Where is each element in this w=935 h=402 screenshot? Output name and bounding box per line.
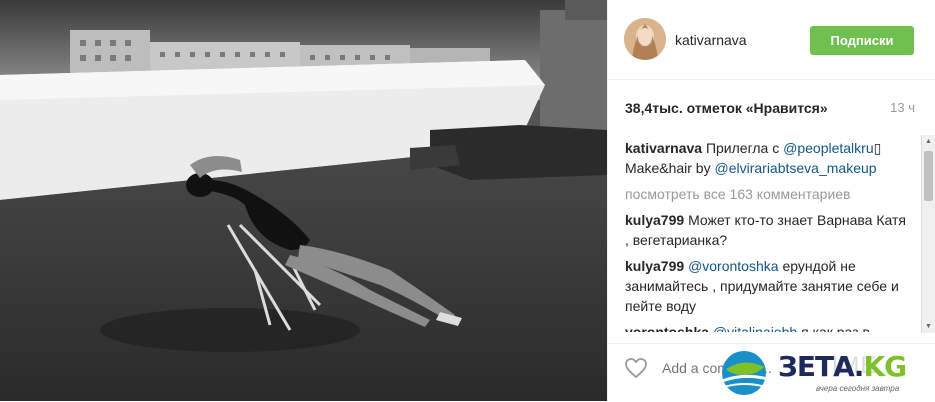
watermark-brand-name: ЗЕТА. <box>778 350 864 383</box>
post-age[interactable]: 13 ч <box>890 100 915 115</box>
comment-mention[interactable]: @peopletalkru <box>783 140 874 156</box>
watermark-tagline: вчера сегодня завтра <box>816 384 900 393</box>
unsupported-glyph-icon: ▯ <box>873 140 882 156</box>
scroll-down-arrow-icon[interactable]: ▼ <box>922 320 935 333</box>
caption-comment: kativarnava Прилегла с @peopletalkru▯ Ma… <box>625 138 907 178</box>
comment-mention[interactable]: @vorontoshka <box>688 258 778 274</box>
avatar-portrait-icon <box>624 18 666 60</box>
globe-logo-icon <box>721 351 769 395</box>
list-item: vorontoshka @vitalinajobb я как раз в <box>625 322 907 332</box>
watermark-tld: KG <box>863 350 907 383</box>
post-username[interactable]: kativarnava <box>675 32 747 48</box>
comment-username[interactable]: kulya799 <box>625 212 684 228</box>
list-item: kulya799 Может кто-то знает Варнава Катя… <box>625 210 907 250</box>
post-footer: TIME ЗЕТА.KG вчера сегодня завтра <box>608 343 935 401</box>
comments-scrollbar[interactable]: ▲ ▼ <box>921 135 935 333</box>
watermark-brand: ЗЕТА.KG <box>778 350 907 383</box>
post-sidebar: kativarnava Подписки 38,4тыс. отметок «Н… <box>607 0 935 401</box>
comment-text: Make&hair by <box>625 160 711 176</box>
comment-username[interactable]: vorontoshka <box>625 324 709 332</box>
likes-count[interactable]: 38,4тыс. отметок «Нравится» <box>625 100 828 116</box>
follow-button[interactable]: Подписки <box>810 26 914 55</box>
zeta-kg-watermark: TIME ЗЕТА.KG вчера сегодня завтра <box>716 344 935 402</box>
comment-mention[interactable]: @elvirariabtseva_makeup <box>714 160 876 176</box>
scrollbar-thumb[interactable] <box>924 151 933 201</box>
comment-username[interactable]: kulya799 <box>625 258 684 274</box>
post-header: kativarnava Подписки <box>608 0 935 80</box>
post-photo[interactable] <box>0 0 607 401</box>
likes-row: 38,4тыс. отметок «Нравится» 13 ч <box>625 100 915 116</box>
view-all-comments-link[interactable]: посмотреть все 163 комментариев <box>625 184 907 204</box>
rooftop-photo-image <box>0 0 607 401</box>
scroll-up-arrow-icon[interactable]: ▲ <box>922 135 935 148</box>
list-item: kulya799 @vorontoshka ерундой не занимай… <box>625 256 907 316</box>
comment-username[interactable]: kativarnava <box>625 140 702 156</box>
comment-text: я как раз в <box>801 324 870 332</box>
comment-text: Прилегла с <box>705 140 780 156</box>
avatar[interactable] <box>624 18 666 60</box>
heart-outline-icon[interactable] <box>624 356 648 380</box>
comments-list: kativarnava Прилегла с @peopletalkru▯ Ma… <box>625 138 907 332</box>
comment-mention[interactable]: @vitalinajobb <box>713 324 797 332</box>
